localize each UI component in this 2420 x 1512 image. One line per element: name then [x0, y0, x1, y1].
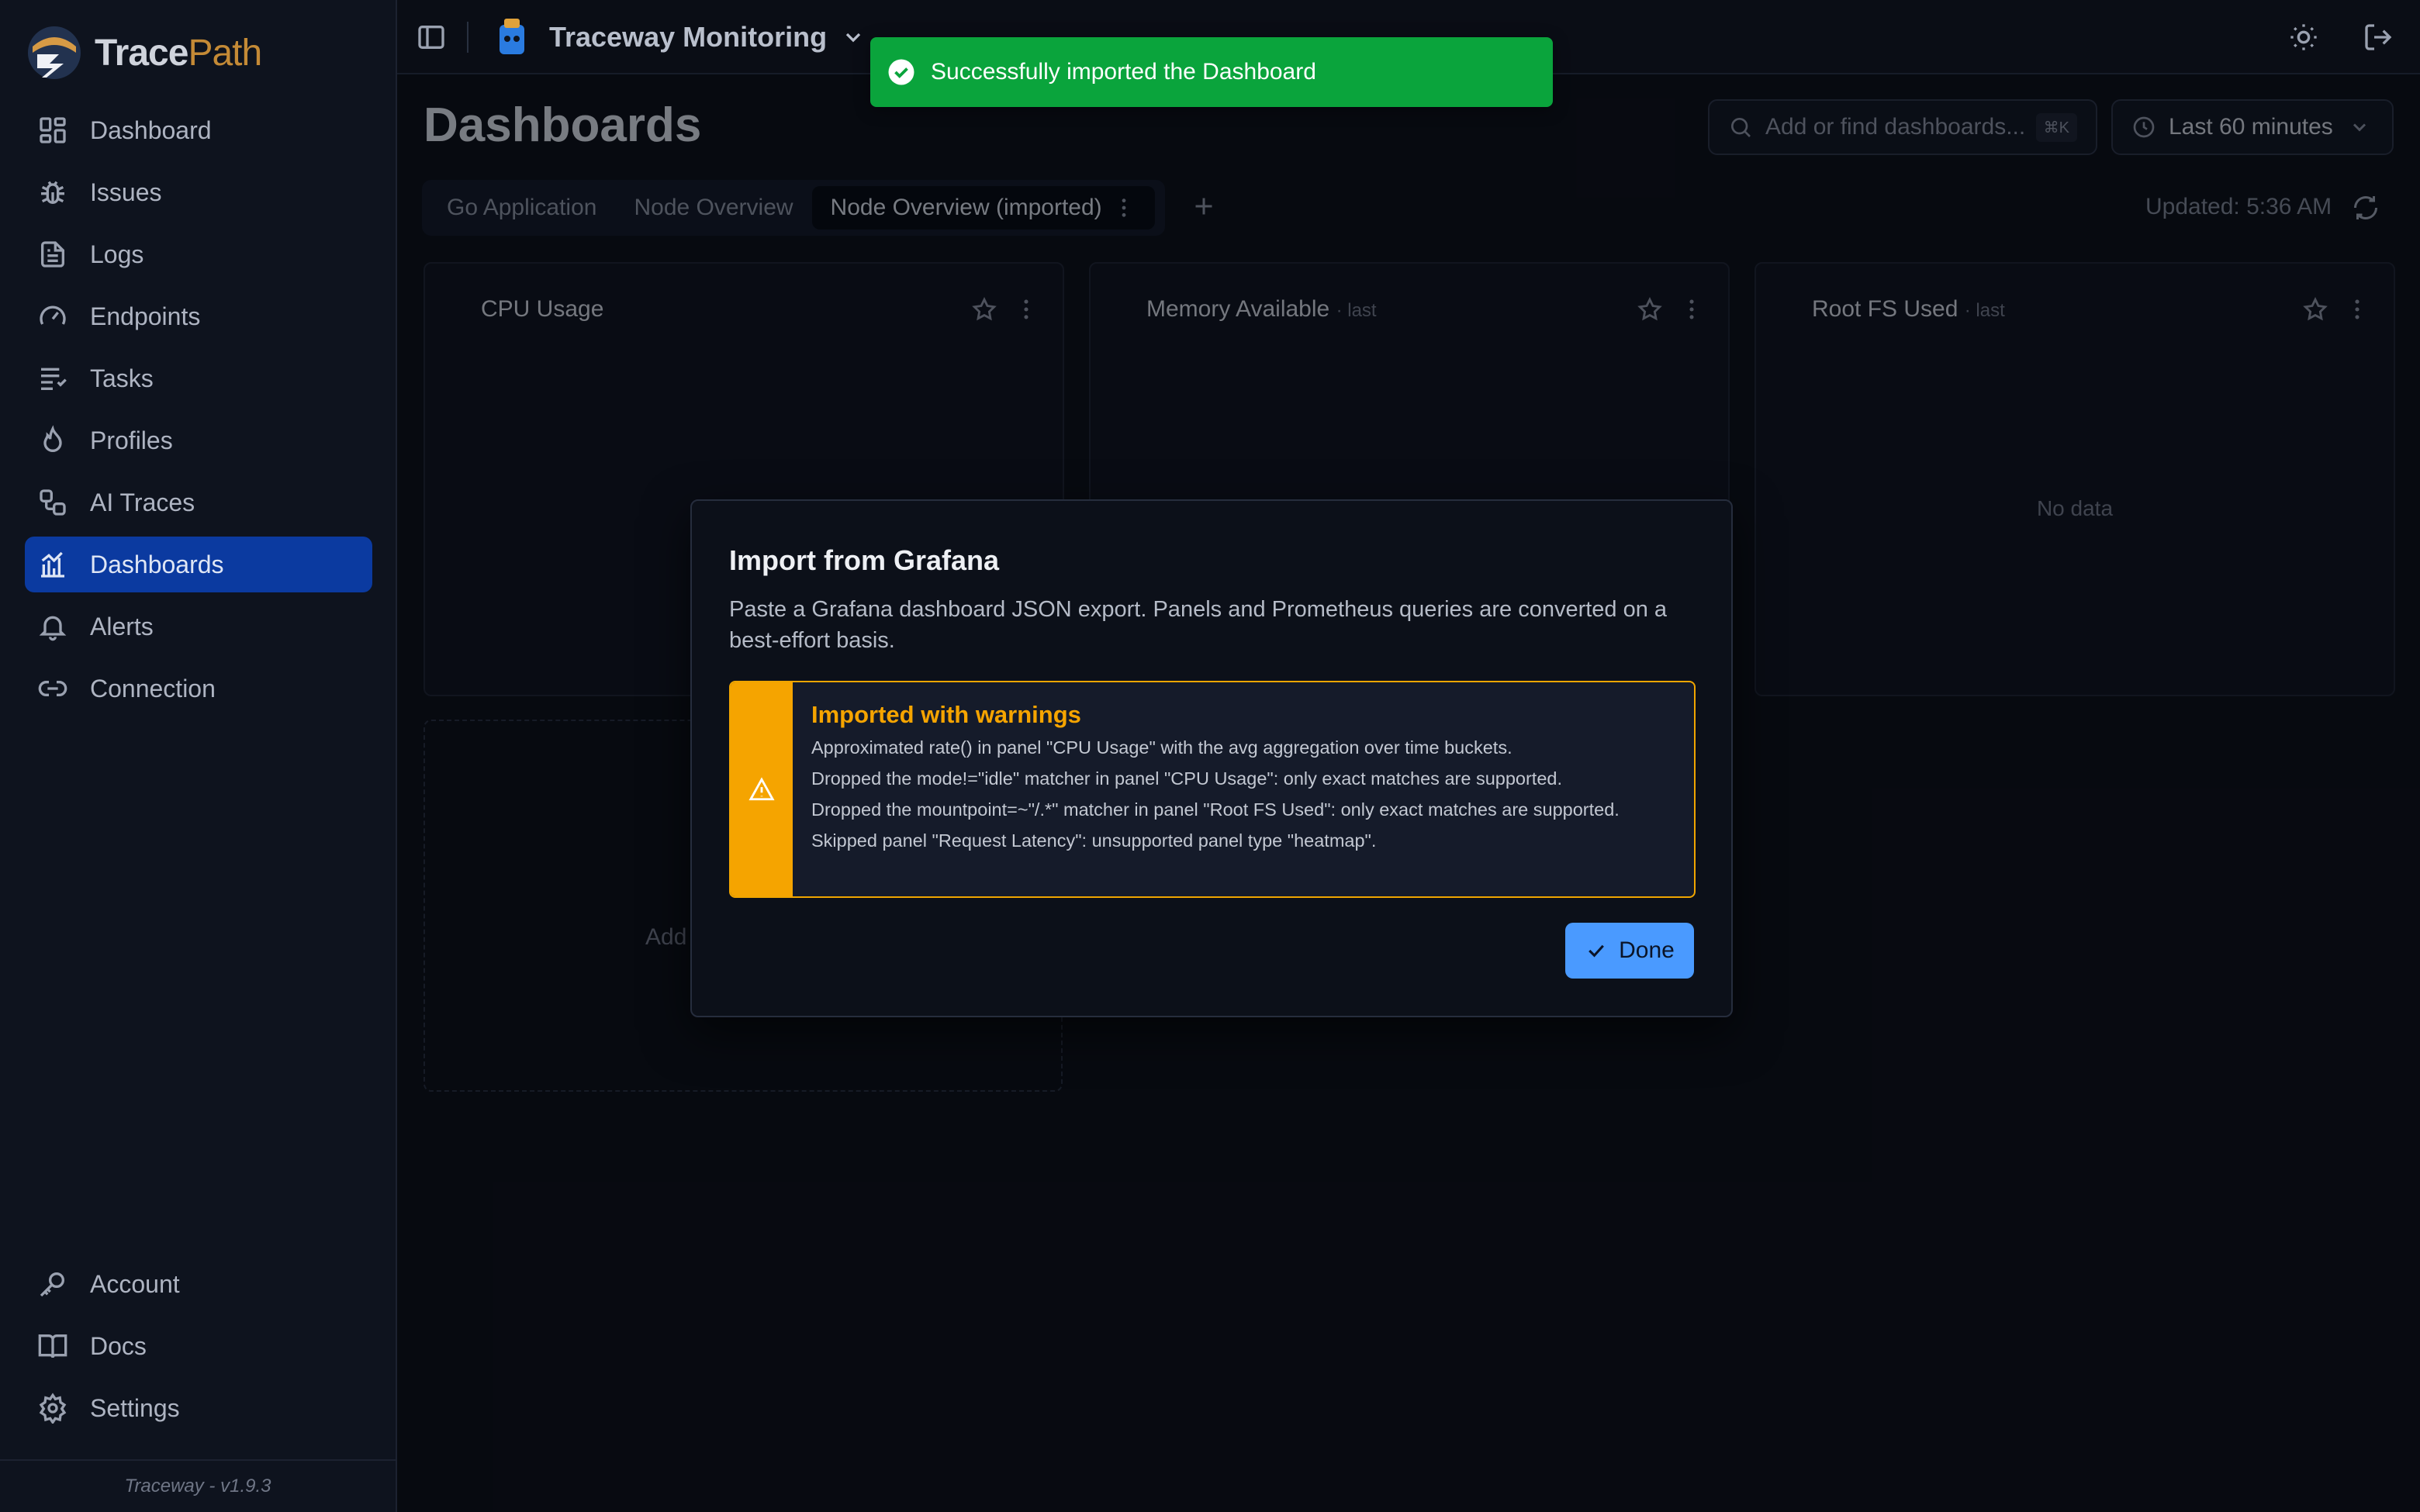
warning-line: Skipped panel "Request Latency": unsuppo… [811, 830, 1377, 851]
sidebar-item-label: Account [90, 1269, 180, 1298]
sidebar-item-account[interactable]: Account [25, 1256, 372, 1312]
warning-title: Imported with warnings [811, 701, 1081, 728]
sidebar-item-docs[interactable]: Docs [25, 1318, 372, 1374]
project-name: Traceway Monitoring [549, 21, 828, 53]
done-label: Done [1619, 937, 1675, 963]
dialog-description: Paste a Grafana dashboard JSON export. P… [729, 597, 1668, 653]
logout-icon[interactable] [2363, 22, 2394, 53]
sidebar-item-profiles[interactable]: Profiles [25, 413, 372, 468]
sidebar-item-label: Alerts [90, 612, 154, 640]
warning-line: Dropped the mountpoint=~"/.*" matcher in… [811, 799, 1620, 820]
sidebar-item-label: AI Traces [90, 488, 195, 516]
sidebar-nav: Dashboard Issues Logs Endpoints Tasks Pr… [25, 102, 372, 723]
done-button[interactable]: Done [1565, 923, 1694, 979]
sidebar-item-label: Docs [90, 1331, 147, 1360]
sidebar-item-label: Dashboards [90, 550, 224, 578]
sidebar-toggle-icon[interactable] [416, 22, 447, 53]
version-label: Traceway - v1.9.3 [0, 1459, 396, 1512]
sidebar-item-dashboard[interactable]: Dashboard [25, 102, 372, 158]
key-icon [37, 1269, 68, 1300]
sidebar-item-dashboards[interactable]: Dashboards [25, 537, 372, 592]
tracepath-logo-icon [26, 23, 82, 82]
topbar-divider [467, 22, 468, 53]
warning-stripe [731, 682, 793, 896]
link-icon [37, 673, 68, 704]
file-text-icon [37, 239, 68, 270]
chevron-down-icon [841, 25, 866, 50]
workflow-icon [37, 487, 68, 518]
project-switcher[interactable]: Traceway Monitoring [493, 14, 866, 60]
sidebar-item-label: Logs [90, 240, 144, 268]
sidebar-item-label: Issues [90, 178, 162, 206]
sidebar-item-label: Connection [90, 674, 216, 702]
project-logo-icon [493, 17, 531, 57]
warning-line: Dropped the mode!="idle" matcher in pane… [811, 768, 1563, 789]
import-grafana-dialog: Import from Grafana Paste a Grafana dash… [690, 499, 1733, 1017]
success-toast: Successfully imported the Dashboard [870, 37, 1553, 107]
sidebar-item-label: Endpoints [90, 302, 201, 330]
book-icon [37, 1331, 68, 1362]
bell-icon [37, 611, 68, 642]
flame-icon [37, 425, 68, 456]
sidebar-item-label: Dashboard [90, 116, 212, 144]
gear-icon [37, 1393, 68, 1424]
list-icon [37, 363, 68, 394]
check-circle-icon [887, 58, 915, 86]
check-icon [1585, 939, 1608, 962]
warning-callout: Imported with warnings Approximated rate… [729, 681, 1696, 898]
sidebar-item-tasks[interactable]: Tasks [25, 350, 372, 406]
sidebar-item-label: Tasks [90, 364, 154, 392]
sidebar: TracePath Dashboard Issues Logs Endpoint… [0, 0, 397, 1512]
sidebar-bottom-nav: Account Docs Settings [25, 1256, 372, 1442]
gauge-icon [37, 301, 68, 332]
sidebar-item-issues[interactable]: Issues [25, 164, 372, 220]
sidebar-item-alerts[interactable]: Alerts [25, 599, 372, 654]
sidebar-item-ai-traces[interactable]: AI Traces [25, 475, 372, 530]
bug-icon [37, 177, 68, 208]
warning-line: Approximated rate() in panel "CPU Usage"… [811, 737, 1512, 758]
chart-icon [37, 549, 68, 580]
sidebar-item-settings[interactable]: Settings [25, 1380, 372, 1436]
theme-toggle-sun-icon[interactable] [2288, 22, 2319, 53]
sidebar-item-label: Settings [90, 1393, 180, 1422]
sidebar-item-endpoints[interactable]: Endpoints [25, 288, 372, 344]
brand[interactable]: TracePath [26, 23, 262, 82]
sidebar-item-logs[interactable]: Logs [25, 226, 372, 282]
dialog-title: Import from Grafana [729, 544, 1000, 576]
brand-name-part1: Trace [95, 32, 188, 74]
sidebar-item-label: Profiles [90, 426, 173, 454]
warning-body: Imported with warnings Approximated rate… [811, 701, 1671, 859]
warning-triangle-icon [748, 776, 775, 803]
toast-message: Successfully imported the Dashboard [931, 59, 1316, 85]
sidebar-item-connection[interactable]: Connection [25, 661, 372, 716]
brand-name-part2: Path [188, 32, 262, 74]
grid-icon [37, 115, 68, 146]
